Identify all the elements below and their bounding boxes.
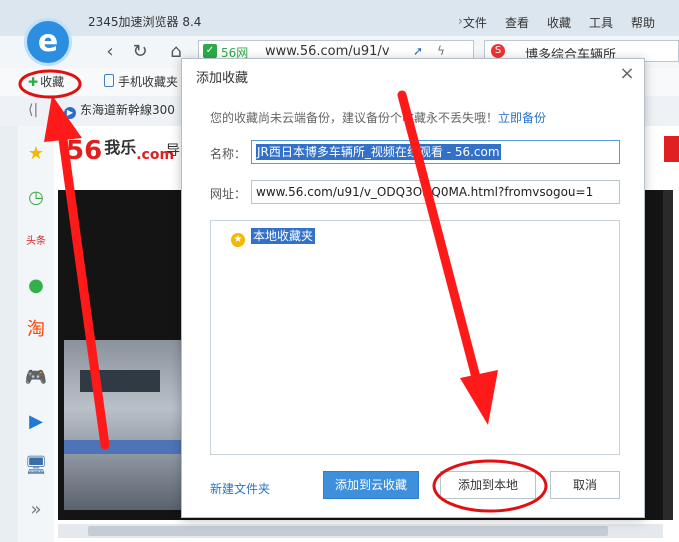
backup-notice-tail: 收藏永不丢失哦！ — [402, 111, 499, 125]
folder-tree[interactable]: ★ 本地收藏夹 — [210, 220, 620, 455]
menu-tools[interactable]: 工具 — [589, 14, 613, 31]
folder-label: 本地收藏夹 — [251, 228, 316, 244]
name-label: 名称： — [210, 147, 247, 161]
address-url[interactable]: www.56.com/u91/v — [265, 44, 390, 59]
add-to-cloud-button[interactable]: 添加到云收藏 — [323, 471, 419, 499]
tab-active[interactable]: ▶ 东海道新幹線300 — [64, 101, 175, 119]
cancel-button[interactable]: 取消 — [550, 471, 620, 499]
site-logo[interactable]: 56 我乐.com — [66, 134, 174, 166]
add-favorite-label: 收藏 — [40, 75, 65, 89]
new-folder-link[interactable]: 新建文件夹 — [210, 480, 270, 497]
backup-notice: 您的收藏尚未云端备份，建议备份个收藏永不丢失哦！立即备份 — [210, 109, 546, 126]
add-favorite-button[interactable]: ✚ 收藏 — [28, 73, 64, 90]
tab-scroll-left-icon[interactable]: ⟨| — [28, 102, 38, 118]
folder-local[interactable]: ★ 本地收藏夹 — [231, 227, 316, 247]
add-to-local-button[interactable]: 添加到本地 — [440, 471, 536, 499]
taobao-icon[interactable]: 淘 — [22, 316, 50, 344]
star-icon: ★ — [231, 233, 245, 247]
menu-bar: 文件 查看 收藏 工具 帮助 — [463, 14, 655, 31]
close-icon[interactable]: × — [616, 63, 638, 85]
backup-notice-text: 您的收藏尚未云端备份，建议备份个 — [210, 111, 403, 125]
play-icon: ▶ — [64, 107, 76, 119]
name-input[interactable]: JR西日本博多车辆所_视频在线观看 - 56.com — [251, 140, 620, 164]
dialog-title: 添加收藏 — [196, 71, 249, 86]
site-logo-main: 56 — [66, 136, 103, 166]
browser-logo[interactable]: e — [24, 18, 72, 66]
name-value: JR西日本博多车辆所_视频在线观看 - 56.com — [256, 144, 501, 160]
mobile-favorites-label: 手机收藏夹 — [118, 75, 179, 89]
add-favorite-dialog: 添加收藏 × 您的收藏尚未云端备份，建议备份个收藏永不丢失哦！立即备份 名称： … — [181, 58, 645, 518]
refresh-icon[interactable]: ↻ — [130, 42, 150, 62]
menu-file[interactable]: 文件 — [463, 14, 487, 31]
star-icon[interactable]: ★ — [22, 140, 50, 168]
more-icon[interactable]: » — [22, 496, 50, 524]
lightning-icon[interactable]: ϟ — [437, 44, 445, 58]
shield-icon: ✓ — [203, 44, 217, 58]
horizontal-scrollbar[interactable] — [58, 524, 663, 538]
chat-icon[interactable]: ● — [22, 272, 50, 300]
backup-now-link[interactable]: 立即备份 — [498, 111, 546, 125]
menu-favorites[interactable]: 收藏 — [547, 14, 571, 31]
url-input[interactable]: www.56.com/u91/v_ODQ3ODQ0MA.html?fromvso… — [251, 180, 620, 204]
rocket-icon[interactable]: ➚ — [413, 44, 423, 58]
gamepad-icon[interactable]: 🎮 — [22, 364, 50, 392]
url-label: 网址： — [210, 187, 247, 201]
news-icon[interactable]: 头条 — [22, 228, 50, 256]
video-icon[interactable]: ▶ — [22, 408, 50, 436]
plus-icon: ✚ — [28, 75, 39, 89]
site-logo-sub: 我乐 — [104, 138, 137, 157]
menu-view[interactable]: 查看 — [505, 14, 529, 31]
clock-icon[interactable]: ◷ — [22, 184, 50, 212]
page-side-panel — [663, 190, 673, 520]
app-title: 2345加速浏览器 8.4 — [88, 15, 202, 29]
page-search-button[interactable] — [664, 136, 679, 162]
mobile-favorites-button[interactable]: 手机收藏夹 — [104, 73, 178, 90]
menu-help[interactable]: 帮助 — [631, 14, 655, 31]
tab-title: 东海道新幹線300 — [80, 103, 175, 117]
scrollbar-thumb[interactable] — [88, 526, 608, 536]
search-engine-icon[interactable]: S — [491, 44, 505, 58]
page-nav-fragment[interactable]: 导 — [166, 140, 180, 160]
phone-icon — [104, 74, 114, 87]
title-bar: 2345加速浏览器 8.4 › 文件 查看 收藏 工具 帮助 — [0, 0, 679, 36]
back-icon[interactable]: ‹ — [100, 42, 120, 62]
sidebar: ★ ◷ 头条 ● 淘 🎮 ▶ 🖥 » — [18, 126, 54, 542]
computer-icon[interactable]: 🖥 — [22, 452, 50, 480]
